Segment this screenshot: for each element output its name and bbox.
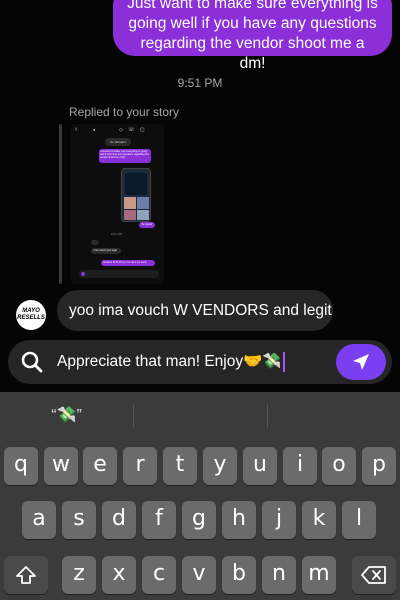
story-time: 9:51 PM — [111, 232, 123, 236]
key-m[interactable]: m — [302, 556, 336, 594]
key-p[interactable]: p — [362, 447, 396, 485]
text-cursor — [282, 351, 285, 372]
key-v[interactable]: v — [182, 556, 216, 594]
key-o[interactable]: o — [322, 447, 356, 485]
suggestion-1[interactable]: “💸” — [0, 392, 133, 440]
shift-key[interactable] — [4, 556, 48, 594]
story-gray-bubble-small — [91, 240, 99, 245]
suggestion-3[interactable] — [268, 392, 400, 440]
story-header: ‹ ● ◇ ☏ ▢ — [71, 124, 164, 136]
delete-key[interactable] — [352, 556, 396, 594]
key-h[interactable]: h — [222, 501, 256, 539]
keyboard: “💸” q w e r t y u i o p a s d f g h j k … — [0, 392, 400, 600]
key-x[interactable]: x — [102, 556, 136, 594]
send-button[interactable] — [336, 344, 386, 380]
reply-indicator-bar — [59, 124, 62, 284]
key-a[interactable]: a — [22, 501, 56, 539]
key-f[interactable]: f — [142, 501, 176, 539]
key-u[interactable]: u — [243, 447, 277, 485]
story-chip: No Vendors — [105, 138, 131, 146]
story-mini-bubble: Bet good! — [139, 222, 155, 228]
key-w[interactable]: w — [44, 447, 78, 485]
suggestion-2[interactable] — [134, 392, 267, 440]
key-k[interactable]: k — [302, 501, 336, 539]
shift-icon — [16, 566, 36, 584]
message-composer[interactable]: Appreciate that man! Enjoy🤝💸 — [8, 340, 392, 384]
story-phone-image — [121, 168, 151, 222]
key-c[interactable]: c — [142, 556, 176, 594]
key-n[interactable]: n — [262, 556, 296, 594]
key-r[interactable]: r — [123, 447, 157, 485]
key-l[interactable]: l — [342, 501, 376, 539]
message-timestamp: 9:51 PM — [177, 76, 223, 90]
back-arrow-icon: ‹ — [75, 126, 78, 133]
key-z[interactable]: z — [62, 556, 96, 594]
message-input[interactable]: Appreciate that man! Enjoy🤝💸 — [57, 340, 285, 384]
chat-thread: Just want to make sure everything is goi… — [0, 0, 400, 392]
story-compose-bar — [79, 270, 159, 278]
story-purple-bubble: Just want to make sure everything is goi… — [99, 149, 151, 163]
key-d[interactable]: d — [102, 501, 136, 539]
avatar[interactable]: MAYO RESELLS — [16, 300, 46, 330]
story-action-icons: ◇ ☏ ▢ — [119, 127, 147, 133]
key-y[interactable]: y — [203, 447, 237, 485]
outgoing-message-bubble[interactable]: Just want to make sure everything is goi… — [113, 0, 392, 72]
key-i[interactable]: i — [283, 447, 317, 485]
message-input-text: Appreciate that man! Enjoy🤝💸 — [57, 353, 282, 370]
story-purple-bubble-2: Vendors W W W yo i mo vip a my vend — [101, 260, 155, 266]
story-avatar: ● — [93, 127, 96, 132]
incoming-message-bubble[interactable]: yoo ima vouch W VENDORS and legit — [57, 290, 333, 331]
suggestion-bar: “💸” — [0, 392, 400, 440]
replied-to-story-label: Replied to your story — [69, 105, 180, 119]
key-q[interactable]: q — [4, 447, 38, 485]
key-e[interactable]: e — [83, 447, 117, 485]
key-g[interactable]: g — [182, 501, 216, 539]
story-gray-bubble: I can vouch your legit — [91, 248, 121, 254]
search-icon[interactable] — [16, 346, 48, 378]
key-t[interactable]: t — [163, 447, 197, 485]
send-icon — [353, 354, 369, 370]
key-s[interactable]: s — [62, 501, 96, 539]
key-j[interactable]: j — [262, 501, 296, 539]
backspace-icon — [361, 566, 386, 584]
key-b[interactable]: b — [222, 556, 256, 594]
story-preview[interactable]: ‹ ● ◇ ☏ ▢ No Vendors Just want to make s… — [71, 124, 164, 284]
